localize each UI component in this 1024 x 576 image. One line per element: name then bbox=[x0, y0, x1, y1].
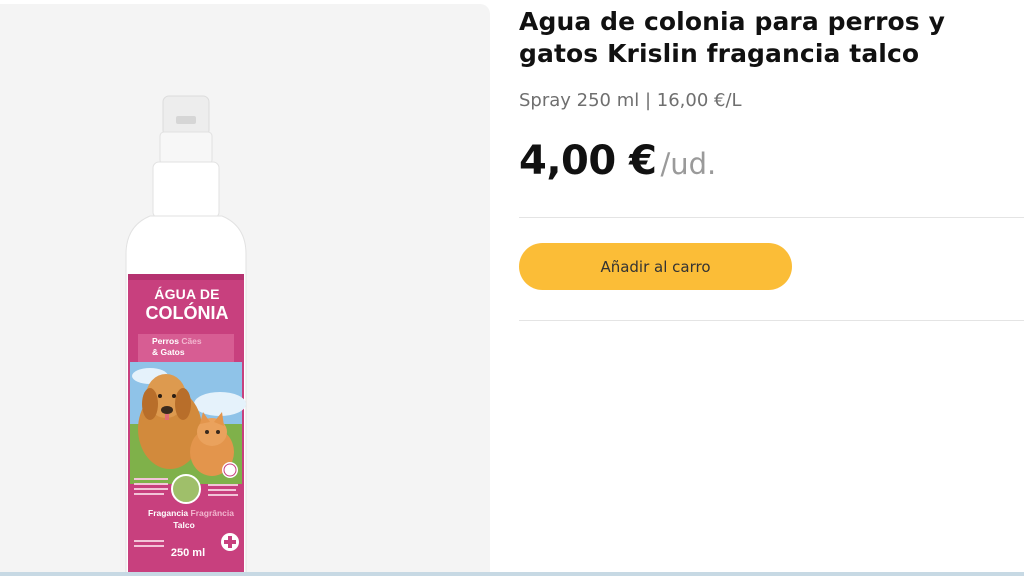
price-unit: /ud. bbox=[660, 147, 717, 181]
label-fragrance-a: Fragancia bbox=[148, 508, 189, 518]
label-fragrance-c: Talco bbox=[173, 520, 195, 530]
label-fragrance: Fragancia Fragrância bbox=[136, 508, 246, 518]
product-size-unit-price: Spray 250 ml | 16,00 €/L bbox=[519, 90, 742, 111]
product-price: 4,00 € bbox=[519, 138, 657, 184]
product-image: ÁGUA DE COLÓNIA Perros Cães & Gatos Frag… bbox=[0, 4, 490, 576]
label-species-b: Cães bbox=[181, 336, 202, 346]
divider-top bbox=[519, 217, 1024, 218]
price-row: 4,00 €/ud. bbox=[519, 138, 716, 188]
bottle-illustration bbox=[125, 95, 247, 576]
label-line-2: COLÓNIA bbox=[145, 303, 229, 323]
divider-bottom bbox=[519, 320, 1024, 321]
product-title: Agua de colonia para perros y gatos Kris… bbox=[519, 7, 945, 68]
label-species: Perros Cães & Gatos bbox=[152, 336, 222, 358]
add-to-cart-button[interactable]: Añadir al carro bbox=[519, 243, 792, 290]
label-fragrance-b: Fragrância bbox=[190, 508, 234, 518]
label-line-1: ÁGUA DE bbox=[154, 286, 220, 302]
label-species-c: & Gatos bbox=[152, 347, 185, 357]
bottom-border bbox=[0, 572, 1024, 576]
label-species-a: Perros bbox=[152, 336, 179, 346]
label-volume: 250 ml bbox=[170, 547, 206, 559]
